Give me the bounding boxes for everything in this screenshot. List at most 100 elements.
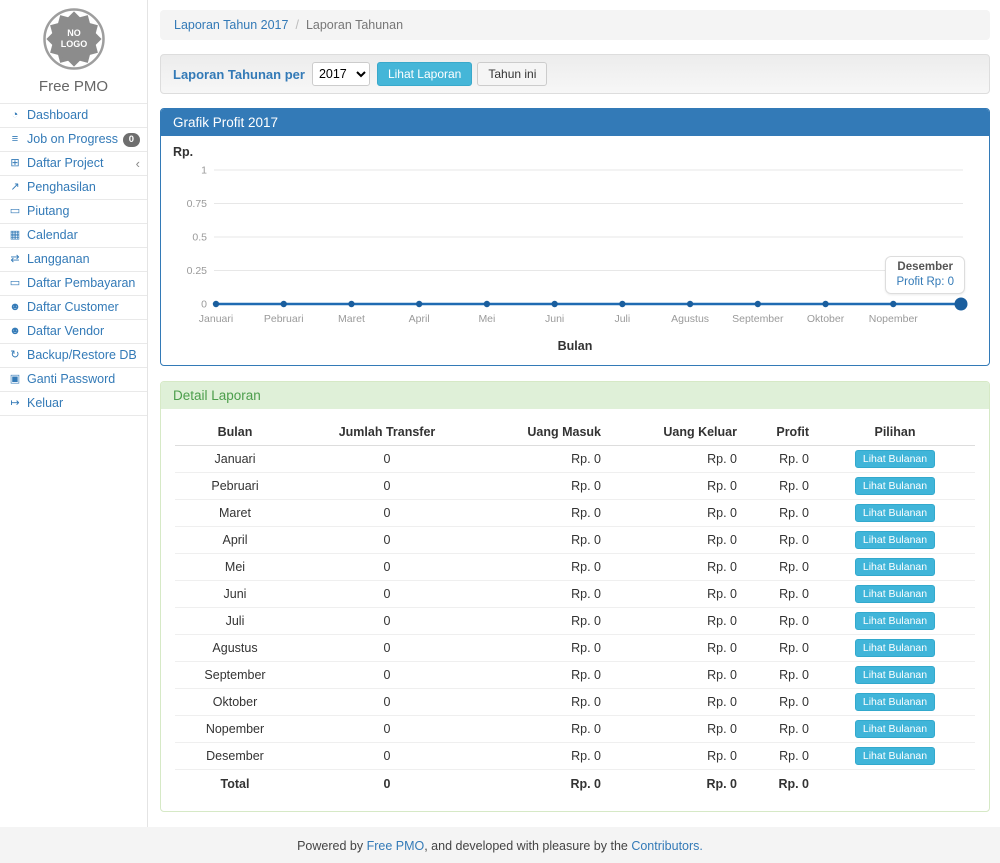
- pilihan-cell: Lihat Bulanan: [815, 635, 975, 662]
- pilihan-cell: Lihat Bulanan: [815, 716, 975, 743]
- money-icon: ▭: [7, 204, 23, 219]
- svg-text:Maret: Maret: [338, 313, 365, 325]
- lihat-bulanan-button[interactable]: Lihat Bulanan: [855, 585, 935, 603]
- job-count-badge: 0: [123, 133, 140, 147]
- cell: Rp. 0: [479, 689, 607, 716]
- cell: Rp. 0: [479, 635, 607, 662]
- sidebar-item-calendar[interactable]: ▦ Calendar: [0, 224, 147, 248]
- cell: Rp. 0: [607, 689, 743, 716]
- table-row: Juni0Rp. 0Rp. 0Rp. 0Lihat Bulanan: [175, 581, 975, 608]
- lihat-bulanan-button[interactable]: Lihat Bulanan: [855, 558, 935, 576]
- footer-text-prefix: Powered by: [297, 839, 366, 853]
- lihat-bulanan-button[interactable]: Lihat Bulanan: [855, 450, 935, 468]
- cell: Rp. 0: [743, 662, 815, 689]
- breadcrumb-link-laporan-tahun[interactable]: Laporan Tahun 2017: [174, 18, 288, 32]
- cell: Rp. 0: [479, 581, 607, 608]
- cell: Rp. 0: [479, 608, 607, 635]
- cell: 0: [295, 662, 479, 689]
- profit-line-chart[interactable]: Rp.00.250.50.751JanuariPebruariMaretApri…: [171, 144, 977, 334]
- cell: September: [175, 662, 295, 689]
- svg-text:0.75: 0.75: [187, 198, 208, 210]
- lihat-laporan-button[interactable]: Lihat Laporan: [377, 62, 472, 86]
- lihat-bulanan-button[interactable]: Lihat Bulanan: [855, 531, 935, 549]
- cell: Rp. 0: [607, 446, 743, 473]
- cell: 0: [295, 608, 479, 635]
- calendar-icon: ▦: [7, 228, 23, 243]
- table-row: Januari0Rp. 0Rp. 0Rp. 0Lihat Bulanan: [175, 446, 975, 473]
- lihat-bulanan-button[interactable]: Lihat Bulanan: [855, 720, 935, 738]
- chart-tooltip: Desember Profit Rp: 0: [885, 256, 965, 294]
- table-row: Oktober0Rp. 0Rp. 0Rp. 0Lihat Bulanan: [175, 689, 975, 716]
- sidebar-item-ganti-password[interactable]: ▣Ganti Password: [0, 368, 147, 392]
- table-row: Maret0Rp. 0Rp. 0Rp. 0Lihat Bulanan: [175, 500, 975, 527]
- footer-link-contributors[interactable]: Contributors.: [631, 839, 703, 853]
- sidebar-item-langganan[interactable]: ⇄ Langganan: [0, 248, 147, 272]
- lihat-bulanan-button[interactable]: Lihat Bulanan: [855, 612, 935, 630]
- detail-laporan-title: Detail Laporan: [161, 382, 989, 409]
- sidebar-item-penghasilan[interactable]: ↗Penghasilan: [0, 176, 147, 200]
- pilihan-cell: Lihat Bulanan: [815, 608, 975, 635]
- cell: Rp. 0: [743, 581, 815, 608]
- lihat-bulanan-button[interactable]: Lihat Bulanan: [855, 504, 935, 522]
- sidebar-item-label: Job on Progress: [27, 132, 118, 147]
- dashboard-icon: ◔: [7, 108, 23, 123]
- sidebar-item-dashboard[interactable]: ◔Dashboard: [0, 104, 147, 128]
- cell: Oktober: [175, 689, 295, 716]
- svg-text:0: 0: [201, 299, 207, 311]
- cell: Rp. 0: [607, 770, 743, 796]
- cell: Rp. 0: [479, 743, 607, 770]
- column-header-uang-keluar: Uang Keluar: [607, 419, 743, 446]
- lihat-bulanan-button[interactable]: Lihat Bulanan: [855, 747, 935, 765]
- lihat-bulanan-button[interactable]: Lihat Bulanan: [855, 666, 935, 684]
- year-select[interactable]: 2017: [312, 62, 370, 86]
- lihat-bulanan-button[interactable]: Lihat Bulanan: [855, 639, 935, 657]
- page: NO LOGO Free PMO ◔Dashboard≡Job on Progr…: [0, 0, 1000, 827]
- line-chart-icon: ↗: [7, 180, 23, 195]
- sidebar-item-daftar-vendor[interactable]: ☻Daftar Vendor: [0, 320, 147, 344]
- brand-name: Free PMO: [0, 78, 147, 95]
- profit-chart-panel-title: Grafik Profit 2017: [161, 109, 989, 136]
- cell: 0: [295, 527, 479, 554]
- sidebar-item-daftar-customer[interactable]: ☻Daftar Customer: [0, 296, 147, 320]
- table-row: Nopember0Rp. 0Rp. 0Rp. 0Lihat Bulanan: [175, 716, 975, 743]
- tahun-ini-button[interactable]: Tahun ini: [477, 62, 547, 86]
- sidebar-item-backup-restore-db[interactable]: ↻Backup/Restore DB: [0, 344, 147, 368]
- sidebar-item-piutang[interactable]: ▭Piutang: [0, 200, 147, 224]
- sidebar-item-daftar-pembayaran[interactable]: ▭Daftar Pembayaran: [0, 272, 147, 296]
- cell: Rp. 0: [479, 770, 607, 796]
- cell: Rp. 0: [607, 635, 743, 662]
- cell: Rp. 0: [607, 716, 743, 743]
- chart-tooltip-title: Desember: [896, 261, 954, 273]
- cell: Rp. 0: [743, 473, 815, 500]
- cell: Rp. 0: [743, 554, 815, 581]
- cell: Rp. 0: [743, 716, 815, 743]
- lihat-bulanan-button[interactable]: Lihat Bulanan: [855, 693, 935, 711]
- lihat-bulanan-button[interactable]: Lihat Bulanan: [855, 477, 935, 495]
- footer: Powered by Free PMO, and developed with …: [0, 827, 1000, 863]
- cell: 0: [295, 689, 479, 716]
- cell: Rp. 0: [479, 527, 607, 554]
- breadcrumb-current: Laporan Tahunan: [306, 18, 403, 32]
- retweet-icon: ⇄: [7, 252, 23, 267]
- table-row: Pebruari0Rp. 0Rp. 0Rp. 0Lihat Bulanan: [175, 473, 975, 500]
- table-row: Desember0Rp. 0Rp. 0Rp. 0Lihat Bulanan: [175, 743, 975, 770]
- svg-text:Rp.: Rp.: [173, 145, 193, 159]
- sidebar-item-job-on-progress[interactable]: ≡ Job on Progress 0: [0, 128, 147, 152]
- tasks-icon: ≡: [7, 132, 23, 147]
- sidebar-item-label: Langganan: [27, 252, 90, 267]
- sidebar-item-keluar[interactable]: ↦Keluar: [0, 392, 147, 416]
- table-row: Mei0Rp. 0Rp. 0Rp. 0Lihat Bulanan: [175, 554, 975, 581]
- table-row: Agustus0Rp. 0Rp. 0Rp. 0Lihat Bulanan: [175, 635, 975, 662]
- cell: Nopember: [175, 716, 295, 743]
- cell: 0: [295, 473, 479, 500]
- sidebar-item-label: Calendar: [27, 228, 78, 243]
- sidebar-item-daftar-project[interactable]: ⊞Daftar Project‹: [0, 152, 147, 176]
- svg-text:Januari: Januari: [199, 313, 233, 325]
- cell: Mei: [175, 554, 295, 581]
- column-header-jumlah-transfer: Jumlah Transfer: [295, 419, 479, 446]
- sidebar-item-label: Ganti Password: [27, 372, 115, 387]
- cell: Rp. 0: [479, 446, 607, 473]
- footer-link-free-pmo[interactable]: Free PMO: [367, 839, 425, 853]
- detail-laporan-panel: Detail Laporan BulanJumlah TransferUang …: [160, 381, 990, 812]
- pilihan-cell: Lihat Bulanan: [815, 689, 975, 716]
